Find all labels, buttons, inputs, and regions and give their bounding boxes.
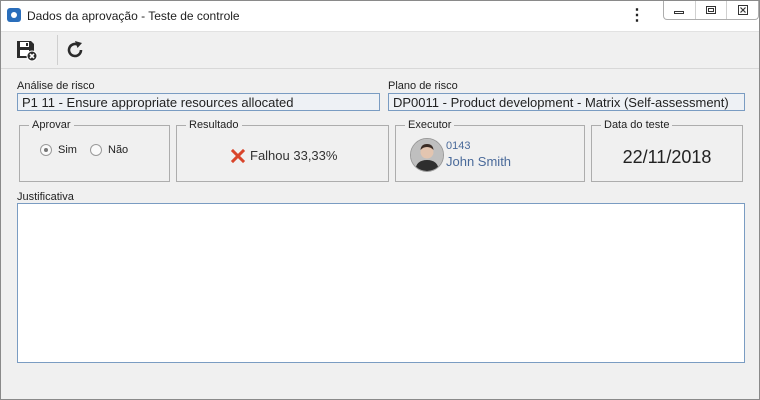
risk-analysis-field[interactable]: P1 11 - Ensure appropriate resources all… bbox=[17, 93, 380, 111]
minimize-button[interactable] bbox=[664, 1, 696, 19]
app-logo-icon bbox=[7, 8, 21, 22]
approve-group: Aprovar Sim Não bbox=[19, 119, 170, 182]
risk-analysis-label: Análise de risco bbox=[17, 80, 95, 92]
result-legend: Resultado bbox=[186, 119, 242, 131]
justification-textarea[interactable] bbox=[17, 203, 745, 363]
approve-yes-radio[interactable]: Sim bbox=[40, 144, 77, 156]
executor-name[interactable]: John Smith bbox=[446, 154, 511, 169]
result-text: Falhou 33,33% bbox=[250, 148, 338, 163]
radio-checked-icon bbox=[40, 144, 52, 156]
user-avatar-icon bbox=[411, 139, 443, 171]
close-button[interactable] bbox=[727, 1, 758, 19]
save-close-button[interactable] bbox=[12, 36, 40, 64]
refresh-icon bbox=[67, 41, 83, 58]
kebab-menu-icon[interactable]: ⋮ bbox=[629, 7, 645, 25]
executor-avatar bbox=[410, 138, 444, 172]
maximize-button[interactable] bbox=[696, 1, 728, 19]
maximize-icon bbox=[706, 6, 716, 14]
result-group: Resultado Falhou 33,33% bbox=[176, 119, 389, 182]
refresh-button[interactable] bbox=[61, 36, 89, 64]
approve-no-radio[interactable]: Não bbox=[90, 144, 128, 156]
window-controls bbox=[663, 1, 759, 20]
close-icon bbox=[737, 5, 748, 15]
approve-no-label: Não bbox=[108, 144, 129, 156]
toolbar bbox=[1, 32, 759, 69]
approve-legend: Aprovar bbox=[29, 119, 74, 131]
save-close-icon bbox=[17, 41, 38, 62]
justification-label: Justificativa bbox=[17, 191, 74, 203]
fail-x-icon bbox=[231, 148, 245, 163]
minimize-icon bbox=[674, 11, 685, 14]
result-value: Falhou 33,33% bbox=[231, 148, 337, 163]
test-date-group: Data do teste 22/11/2018 bbox=[591, 119, 743, 182]
toolbar-separator bbox=[57, 35, 58, 65]
test-date-value: 22/11/2018 bbox=[622, 147, 712, 167]
risk-plan-label: Plano de risco bbox=[388, 80, 458, 92]
approve-yes-label: Sim bbox=[58, 144, 77, 156]
executor-group: Executor 0143 John Smith bbox=[395, 119, 585, 182]
executor-legend: Executor bbox=[405, 119, 455, 131]
radio-unchecked-icon bbox=[90, 144, 102, 156]
title-bar: Dados da aprovação - Teste de controle ⋮ bbox=[1, 1, 759, 32]
test-date-legend: Data do teste bbox=[601, 119, 673, 131]
window-title: Dados da aprovação - Teste de controle bbox=[27, 9, 240, 23]
risk-plan-field[interactable]: DP0011 - Product development - Matrix (S… bbox=[388, 93, 745, 111]
approval-window: Dados da aprovação - Teste de controle ⋮ bbox=[0, 0, 760, 400]
executor-code: 0143 bbox=[446, 140, 471, 152]
